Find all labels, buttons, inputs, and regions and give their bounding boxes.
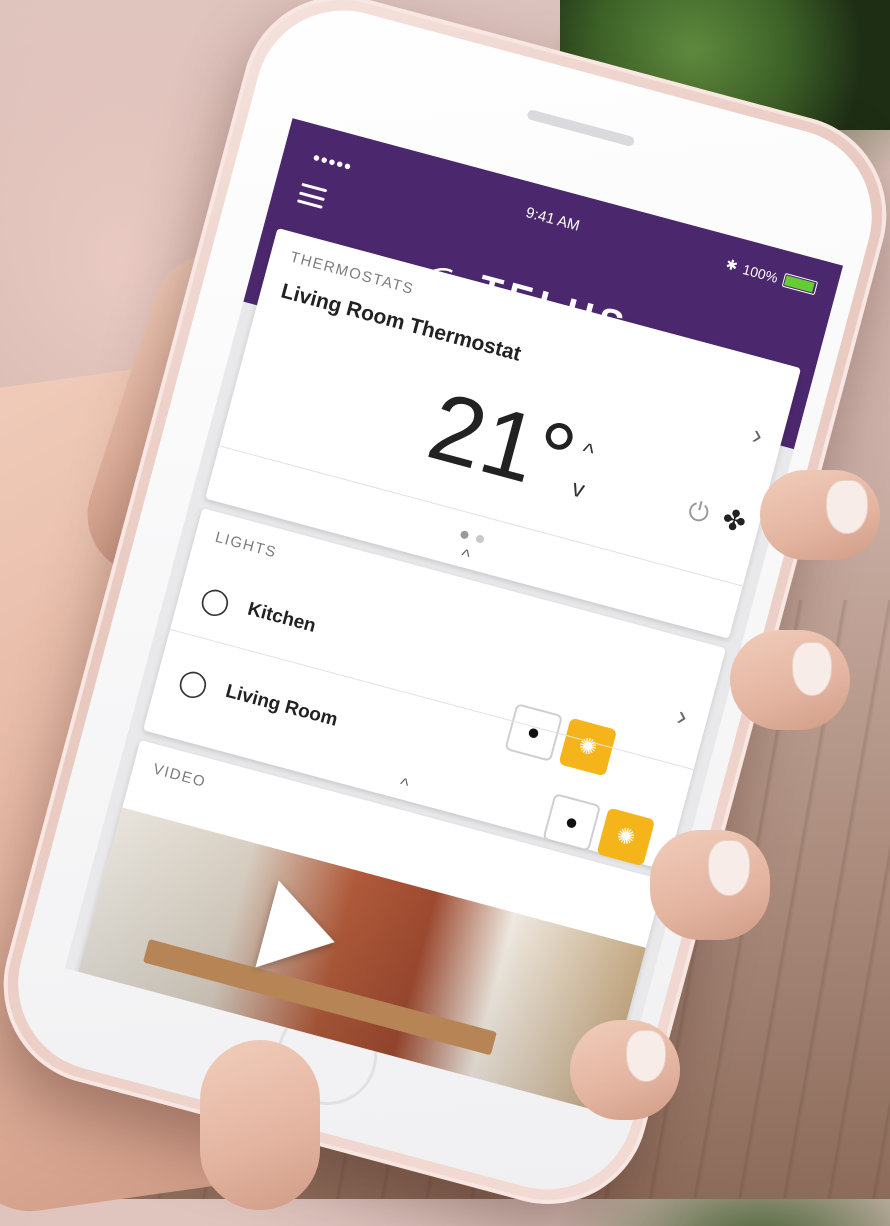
light-on-button[interactable]: ✺: [596, 807, 656, 867]
thermostat-chevron-right-icon[interactable]: ›: [749, 419, 766, 452]
bulb-icon: ◯: [197, 582, 234, 619]
finger-nail: [826, 480, 868, 534]
video-title: VIDEO: [151, 760, 208, 792]
light-off-button[interactable]: ●: [542, 792, 602, 852]
page-dot-1[interactable]: [459, 529, 470, 540]
right-finger-4: [570, 1020, 680, 1120]
collapse-chevron-up-icon[interactable]: ^: [458, 545, 472, 567]
speaker: [526, 108, 636, 148]
fan-icon[interactable]: ✤: [719, 502, 750, 540]
finger-nail: [708, 840, 750, 896]
menu-icon[interactable]: [296, 182, 328, 209]
bulb-icon: ◯: [175, 664, 212, 702]
light-label: Living Room: [223, 680, 340, 731]
left-thumb-bottom: [200, 1040, 320, 1210]
battery-percent: 100%: [741, 260, 780, 286]
battery-status: ✱ 100%: [724, 256, 819, 297]
finger-nail: [626, 1030, 666, 1082]
battery-icon: [781, 272, 819, 295]
power-icon[interactable]: ⏻: [684, 495, 713, 531]
thermostat-temperature: 21°: [418, 372, 587, 514]
temperature-down-icon[interactable]: v: [567, 470, 589, 510]
page-dots: [459, 529, 485, 544]
temperature-up-icon[interactable]: ^: [577, 433, 599, 473]
right-finger-2: [730, 630, 850, 730]
status-time: 9:41 AM: [523, 204, 582, 235]
light-label: Kitchen: [245, 598, 319, 637]
finger-nail: [792, 642, 832, 696]
bluetooth-icon: ✱: [724, 255, 740, 275]
chevron-right-icon[interactable]: ›: [674, 700, 691, 733]
right-finger-3: [650, 830, 770, 940]
signal-indicator: •••••: [310, 147, 355, 179]
page-dot-2[interactable]: [475, 534, 485, 544]
lights-title: LIGHTS: [213, 528, 279, 562]
